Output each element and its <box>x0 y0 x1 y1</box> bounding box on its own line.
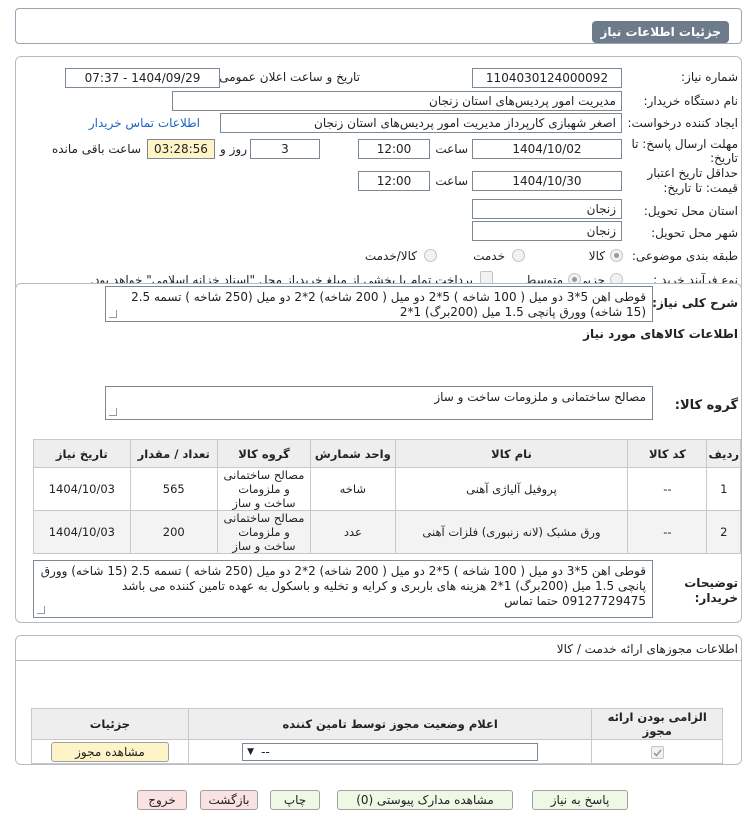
view-permit-button[interactable]: مشاهده مجوز <box>50 741 169 762</box>
cell-code: -- <box>627 510 708 554</box>
cell-name: ورق مشبک (لانه زنبوری) فلزات آهنی <box>394 510 629 554</box>
reply-button[interactable]: پاسخ به نیاز <box>532 790 628 810</box>
goods-info-title: اطلاعات کالاهای مورد نیاز <box>583 327 738 341</box>
col-row: ردیف <box>706 439 741 468</box>
buyer-notes-text: قوطی اهن 5*3 دو میل ( 100 شاخه ) 5*2 دو … <box>40 564 646 608</box>
col-unit: واحد شمارش <box>310 439 396 468</box>
buyer-notes-textarea[interactable]: قوطی اهن 5*3 دو میل ( 100 شاخه ) 5*2 دو … <box>33 560 653 618</box>
need-number-label: شماره نیاز: <box>681 70 738 84</box>
permit-status-value: -- <box>261 744 270 759</box>
back-button[interactable]: بازگشت <box>200 790 258 810</box>
print-button[interactable]: چاپ <box>270 790 320 810</box>
items-table-header: ردیف کد کالا نام کالا واحد شمارش گروه کا… <box>33 439 741 468</box>
group-text: مصالح ساختمانی و ملزومات ساخت و ساز <box>434 390 646 404</box>
table-row: 2 -- ورق مشبک (لانه زنبوری) فلزات آهنی ع… <box>33 510 741 554</box>
permits-title: اطلاعات مجوزهای ارائه خدمت / کالا <box>556 642 738 656</box>
page-header: جزئیات اطلاعات نیاز <box>15 8 742 44</box>
table-row: -- ▼ مشاهده مجوز <box>31 739 723 764</box>
deadline-label: مهلت ارسال پاسخ: تا <box>631 137 738 151</box>
remaining-time-field: 03:28:56 <box>147 139 215 159</box>
resize-grip-icon[interactable] <box>109 408 117 416</box>
permits-table-header: الزامی بودن ارائه مجوز اعلام وضعیت مجوز … <box>31 708 723 740</box>
buyer-notes-label-2: خریدار: <box>694 591 738 605</box>
permit-status-select[interactable]: -- ▼ <box>242 742 539 761</box>
days-field: 3 <box>250 139 320 159</box>
cell-row: 2 <box>706 510 741 554</box>
summary-text: قوطی اهن 5*3 دو میل ( 100 شاخه ) 5*2 دو … <box>131 290 646 319</box>
group-label: گروه کالا: <box>674 398 738 413</box>
summary-label: شرح کلی نیاز: <box>652 296 738 310</box>
validity-label: حداقل تاریخ اعتبار <box>647 166 738 180</box>
items-table: ردیف کد کالا نام کالا واحد شمارش گروه کا… <box>33 439 741 554</box>
validity-time-label: ساعت <box>435 174 468 188</box>
deadline-date-field: 1404/10/02 <box>472 139 622 159</box>
deadline-time-field: 12:00 <box>358 139 430 159</box>
permits-table: الزامی بودن ارائه مجوز اعلام وضعیت مجوز … <box>31 708 723 764</box>
exit-button[interactable]: خروج <box>137 790 187 810</box>
cell-permit-details: مشاهده مجوز <box>31 739 189 764</box>
category-radio-service[interactable] <box>512 249 525 262</box>
province-field: زنجان <box>472 199 622 219</box>
validity-time-field: 12:00 <box>358 171 430 191</box>
validity-date-field: 1404/10/30 <box>472 171 622 191</box>
category-radio-goods[interactable] <box>610 249 623 262</box>
col-permit-required: الزامی بودن ارائه مجوز <box>591 708 723 740</box>
summary-textarea[interactable]: قوطی اهن 5*3 دو میل ( 100 شاخه ) 5*2 دو … <box>105 286 653 322</box>
col-permit-details: جزئیات <box>31 708 189 740</box>
cell-qty: 200 <box>129 510 218 554</box>
category-radio-both[interactable] <box>424 249 437 262</box>
col-date: تاریخ نیاز <box>33 439 131 468</box>
announce-field: 1404/09/29 - 07:37 <box>65 68 220 88</box>
cell-unit: شاخه <box>310 467 396 511</box>
validity-label-date: قیمت: تا تاریخ: <box>663 181 738 195</box>
days-label: روز و <box>220 142 247 156</box>
need-number-field: 1104030124000092 <box>472 68 622 88</box>
resize-grip-icon[interactable] <box>37 606 45 614</box>
cell-group: مصالح ساختمانی و ملزومات ساخت و ساز <box>216 467 312 511</box>
permit-required-checkbox <box>650 745 664 759</box>
chevron-down-icon: ▼ <box>247 746 255 757</box>
buyer-contact-link[interactable]: اطلاعات تماس خریدار <box>89 116 200 130</box>
city-label: شهر محل تحویل: <box>651 226 738 240</box>
category-option-service: خدمت <box>473 249 505 263</box>
deadline-time-label: ساعت <box>435 142 468 156</box>
permits-divider <box>15 660 742 661</box>
page-title: جزئیات اطلاعات نیاز <box>592 21 729 43</box>
checkmark-icon <box>653 748 662 757</box>
province-label: استان محل تحویل: <box>643 204 738 218</box>
cell-group: مصالح ساختمانی و ملزومات ساخت و ساز <box>216 510 312 554</box>
table-row: 1 -- پروفیل آلیاژی آهنی شاخه مصالح ساختم… <box>33 467 741 511</box>
creator-label: ایجاد کننده درخواست: <box>627 116 738 130</box>
col-name: نام کالا <box>394 439 629 468</box>
col-group: گروه کالا <box>216 439 312 468</box>
category-option-both: کالا/خدمت <box>364 249 417 263</box>
creator-field: اصغر شهبازی کارپرداز مدیریت امور پردیس‌ه… <box>220 113 622 133</box>
cell-row: 1 <box>706 467 741 511</box>
group-textarea[interactable]: مصالح ساختمانی و ملزومات ساخت و ساز <box>105 386 653 420</box>
category-option-goods: کالا <box>588 249 605 263</box>
cell-permit-status: -- ▼ <box>187 739 593 764</box>
attachments-button[interactable]: مشاهده مدارک پیوستی (0) <box>337 790 513 810</box>
col-code: کد کالا <box>627 439 708 468</box>
announce-label: تاریخ و ساعت اعلان عمومی: <box>215 70 360 84</box>
cell-date: 1404/10/03 <box>33 467 131 511</box>
col-qty: تعداد / مقدار <box>129 439 218 468</box>
deadline-label-date: تاریخ: <box>710 151 738 165</box>
buyer-label: نام دستگاه خریدار: <box>643 94 739 108</box>
buyer-field: مدیریت امور پردیس‌های استان زنجان <box>172 91 622 111</box>
cell-name: پروفیل آلیاژی آهنی <box>394 467 629 511</box>
cell-permit-required <box>591 739 723 764</box>
cell-date: 1404/10/03 <box>33 510 131 554</box>
cell-qty: 565 <box>129 467 218 511</box>
resize-grip-icon[interactable] <box>109 310 117 318</box>
cell-code: -- <box>627 467 708 511</box>
city-field: زنجان <box>472 221 622 241</box>
col-permit-status: اعلام وضعیت مجوز توسط تامین کننده <box>187 708 593 740</box>
category-label: طبقه بندی موضوعی: <box>631 249 738 263</box>
cell-unit: عدد <box>310 510 396 554</box>
remaining-label: ساعت باقی مانده <box>51 142 141 156</box>
buyer-notes-label: توضیحات <box>684 576 738 590</box>
